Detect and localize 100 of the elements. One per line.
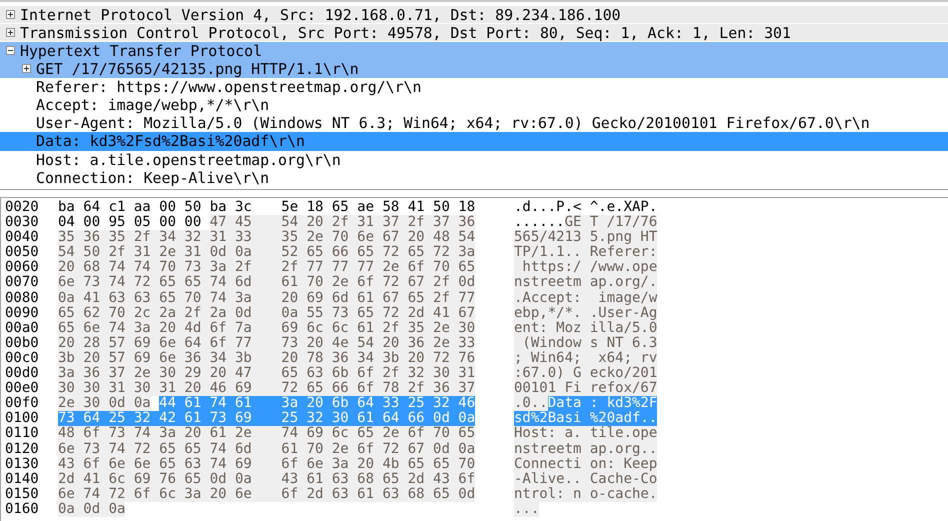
offset-label: 00f0 — [5, 396, 40, 412]
ascii-text: (Window — [514, 336, 590, 351]
hex-bytes: 6e 73 74 72 65 65 74 6d — [58, 275, 282, 291]
ascii-text: x64; rv — [590, 350, 658, 366]
offset-label: 0130 — [5, 456, 40, 472]
offset-label: 00c0 — [5, 350, 40, 366]
ascii-text: ebp,*/*. — [514, 306, 590, 321]
hex-bytes: 73 64 25 32 42 61 73 69 — [58, 411, 282, 426]
ascii-text: image/w — [590, 290, 658, 306]
hex-bytes: 20 28 57 69 6e 64 6f 77 — [58, 336, 282, 351]
offset-label: 00a0 — [5, 320, 40, 336]
hex-bytes: 61 70 2e 6f 72 67 0d 0a — [281, 442, 476, 457]
hex-bytes: 44 61 74 61 — [159, 396, 282, 412]
hex-bytes: 0a 55 73 65 72 2d 41 67 — [281, 306, 476, 321]
ascii-text: Host: a. — [514, 426, 590, 442]
ascii-text: Cache-Co — [590, 472, 658, 487]
hex-bytes: 6f 2d 63 61 63 68 65 0d — [281, 486, 476, 502]
hex-bytes: 2d 41 6c 69 76 65 0d 0a — [58, 472, 282, 487]
hex-bytes: 3a 20 6b 64 33 25 32 46 — [281, 396, 476, 412]
ascii-text: ent: Moz — [514, 320, 590, 336]
hex-bytes: 52 65 66 65 72 65 72 3a — [281, 245, 476, 260]
hex-bytes: 65 63 6b 6f 2f 32 30 31 — [281, 366, 476, 382]
ascii-text: ap.org/. — [590, 275, 658, 291]
hex-bytes: 30 30 31 30 31 20 46 69 — [58, 381, 282, 396]
hex-bytes: 54 50 2f 31 2e 31 0d 0a — [58, 245, 282, 260]
ascii-text: Connecti — [514, 456, 590, 472]
expand-icon[interactable] — [22, 64, 30, 74]
ascii-text: nstreetm — [514, 275, 590, 291]
ascii-text: T /17/76 — [590, 215, 658, 230]
offset-label: 0080 — [5, 290, 40, 306]
ascii-text: Referer: — [590, 245, 658, 260]
offset-label: 0140 — [5, 472, 40, 487]
hex-bytes: 47 45 — [210, 215, 282, 230]
hex-bytes: 3b 20 57 69 6e 36 34 3b — [58, 350, 282, 366]
ascii-text: o-cache. — [590, 486, 658, 502]
hex-bytes: 54 20 2f 31 37 2f 37 36 — [281, 215, 476, 230]
hex-bytes: 2f 77 77 77 2e 6f 70 65 — [281, 260, 476, 276]
ascii-text: %20adf.. — [590, 411, 658, 426]
hex-bytes: 6f 6e 3a 20 4b 65 65 70 — [281, 456, 476, 472]
offset-label: 0120 — [5, 442, 40, 457]
ascii-text: tile.ope — [590, 426, 658, 442]
expand-icon[interactable] — [6, 10, 14, 20]
field-item[interactable]: Host: a.tile.openstreetmap.org\r\n — [34, 150, 343, 169]
hex-bytes: 43 61 63 68 65 2d 43 6f — [281, 472, 476, 487]
hex-bytes: 61 70 2e 6f 72 67 2f 0d — [281, 275, 476, 291]
field-item[interactable]: Referer: https://www.openstreetmap.org/\r\n — [34, 78, 424, 96]
hex-bytes: 25 32 30 61 64 66 0d 0a — [281, 411, 476, 426]
hex-bytes: 0a 0d 0a — [58, 502, 126, 517]
field-item[interactable]: Accept: image/webp,*/*\r\n — [34, 96, 272, 114]
hex-bytes: 6e 73 74 72 65 65 74 6d — [58, 442, 282, 457]
offset-label: 0150 — [5, 486, 40, 502]
hex-bytes: 35 2e 70 6e 67 20 48 54 — [281, 230, 476, 246]
ascii-text: 5.png HT — [590, 230, 658, 246]
ascii-text: illa/5.0 — [590, 320, 658, 336]
expand-icon[interactable] — [6, 28, 14, 38]
ascii-text: on: Keep — [590, 456, 658, 472]
ascii-text: :67.0) G — [514, 366, 590, 382]
ascii-text: GE — [564, 215, 590, 230]
hex-bytes: 20 78 36 34 3b 20 72 76 — [281, 350, 476, 366]
hex-bytes: 35 36 35 2f 34 32 31 33 — [58, 230, 282, 246]
offset-label: 0020 — [5, 200, 40, 216]
offset-label: 0050 — [5, 245, 40, 260]
ascii-text: .0.. — [514, 396, 548, 412]
hex-bytes: 3a 36 37 2e 30 29 20 47 — [58, 366, 282, 382]
ascii-text: ecko/201 — [590, 366, 658, 382]
hex-bytes: 0a 41 63 63 65 70 74 3a — [58, 290, 282, 306]
hex-bytes: 72 65 66 6f 78 2f 36 37 — [281, 381, 476, 396]
hex-bytes: 65 6e 74 3a 20 4d 6f 7a — [58, 320, 282, 336]
ascii-text: https:/ — [514, 260, 590, 276]
offset-label: 0070 — [5, 275, 40, 291]
ascii-text: .Accept: — [514, 290, 590, 306]
ascii-text: ; Win64; — [514, 350, 590, 366]
offset-label: 0110 — [5, 426, 40, 442]
offset-label: 00b0 — [5, 336, 40, 351]
field-item[interactable]: Connection: Keep-Alive\r\n — [34, 168, 272, 187]
field-item[interactable]: User-Agent: Mozilla/5.0 (Windows NT 6.3; Win64; x64; rv:67.0) Gecko/20100101 Firefox/67.0\r\n — [34, 114, 872, 132]
hex-bytes: 48 6f 73 74 3a 20 61 2e — [58, 426, 282, 442]
hex-bytes: 43 6f 6e 6e 65 63 74 69 — [58, 456, 282, 472]
ascii-text: : kd3%2F — [590, 396, 658, 412]
hex-bytes: 69 6c 6c 61 2f 35 2e 30 — [281, 320, 476, 336]
offset-label: 0090 — [5, 306, 40, 321]
ascii-text: Data — [548, 396, 590, 412]
ascii-text: .User-Ag — [590, 306, 658, 321]
ascii-text: ap.org.. — [590, 442, 658, 457]
hex-bytes: 65 62 70 2c 2a 2f 2a 0d — [58, 306, 282, 321]
hex-bytes: 6e 74 72 6f 6c 3a 20 6e — [58, 486, 282, 502]
ascii-text: /www.ope — [590, 260, 658, 276]
hex-bytes: 20 69 6d 61 67 65 2f 77 — [281, 290, 476, 306]
ascii-text: sd%2Basi — [514, 411, 590, 426]
collapse-icon[interactable] — [6, 46, 14, 56]
ascii-text: ... — [514, 502, 540, 517]
ascii-text: refox/67 — [590, 381, 658, 396]
ascii-text: 565/4213 — [514, 230, 590, 246]
offset-label: 0040 — [5, 230, 40, 246]
offset-label: 00d0 — [5, 366, 40, 382]
hex-bytes: 73 20 4e 54 20 36 2e 33 — [281, 336, 476, 351]
hex-bytes: 20 68 74 74 70 73 3a 2f — [58, 260, 282, 276]
ascii-text: s NT 6.3 — [590, 336, 658, 351]
offset-label: 0160 — [5, 502, 40, 517]
ascii-text: -Alive.. — [514, 472, 590, 487]
